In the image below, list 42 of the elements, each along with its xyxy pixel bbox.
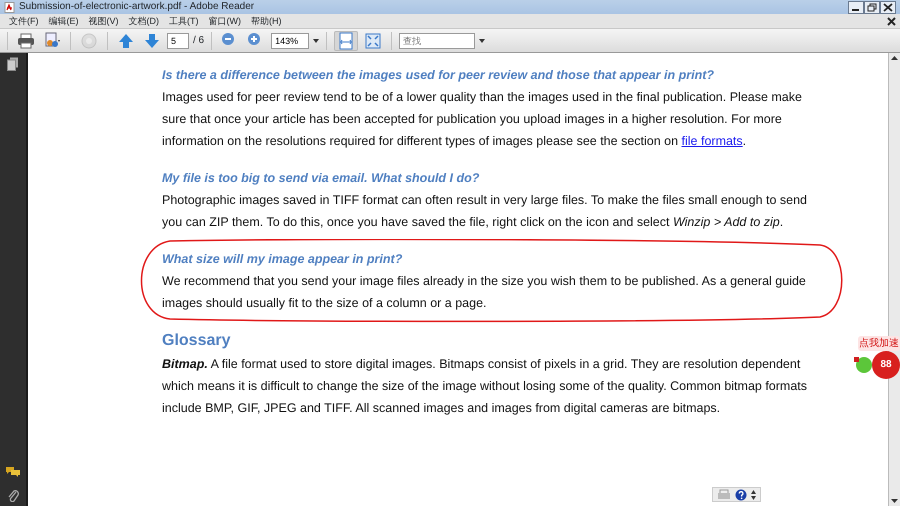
menu-item[interactable]: 工具(T) <box>164 14 204 28</box>
full-screen-icon <box>364 32 382 50</box>
menu-item[interactable]: 窗口(W) <box>204 14 246 28</box>
menu-arrows-icon[interactable] <box>751 490 756 500</box>
pages-icon[interactable] <box>7 57 19 71</box>
restore-icon[interactable] <box>864 0 880 14</box>
answer-paragraph: We recommend that you send your image files already in the size you wish them to be published. As a general guide images should usually fit to the size of a column or a page. <box>162 273 807 312</box>
fit-page-button[interactable] <box>334 30 358 50</box>
window-title: Submission-of-electronic-artwork.pdf - Adobe Reader <box>19 0 256 14</box>
down-arrow-icon <box>143 32 161 50</box>
page-total: / 6 <box>193 34 204 48</box>
speed-up-label[interactable]: 点我加速 <box>858 336 900 351</box>
menu-item[interactable]: 编辑(E) <box>44 14 84 28</box>
answer-paragraph: Photographic images saved in TIFF format can often result in very large files. To make the files small enough to send you can ZIP them. To do this, once you have saved the file, right click on the icon and select Winzip > Add to zip. <box>162 192 808 231</box>
menu-item[interactable]: 帮助(H) <box>246 14 286 28</box>
paperclip-icon[interactable] <box>7 488 19 502</box>
file-formats-link[interactable]: file formats <box>682 134 743 148</box>
question-heading: What size will my image appear in print? <box>162 251 404 268</box>
zoom-field[interactable]: 143% <box>271 32 310 48</box>
section-heading: Glossary <box>162 331 232 351</box>
minimize-icon[interactable] <box>848 0 864 14</box>
question-heading: Is there a difference between the images used for peer review and those that appear in print? <box>162 67 716 84</box>
up-arrow-icon <box>117 32 135 50</box>
search-field[interactable]: 查找 <box>399 32 476 48</box>
help-icon[interactable] <box>735 488 747 500</box>
printer-icon <box>17 32 35 50</box>
answer-paragraph: Images used for peer review tend to be of a lower quality than the images used in the final publication. Please make sure that once your article has been accepted for publication you upload images in a higher resolution. For more information on the resolutions required for different types of images please see the section on file formats. <box>162 89 803 150</box>
pdf-file-icon <box>4 2 15 12</box>
close-icon[interactable] <box>887 16 896 26</box>
document-people-icon <box>43 32 61 50</box>
comments-icon[interactable] <box>5 466 21 478</box>
fit-page-icon <box>337 32 356 50</box>
printer-button[interactable] <box>15 30 37 50</box>
caret-icon[interactable] <box>479 38 486 42</box>
caret-icon[interactable] <box>313 38 320 42</box>
glossary-entry: Bitmap. A file format used to store digital images. Bitmaps consist of pixels in a grid. They are resolution dependent which means it is difficult to change the size of the image without losing some of the quality. Common bitmap formats include BMP, GIF, JPEG and TIFF. All scanned images and images from digital cameras are bitmaps. <box>162 356 808 417</box>
page-number-field[interactable]: 5 <box>167 32 189 48</box>
menu-item[interactable]: 文档(D) <box>124 14 164 28</box>
close-icon[interactable] <box>880 0 896 14</box>
menu-item[interactable]: 视图(V) <box>84 14 124 28</box>
menu-item[interactable]: 文件(F) <box>4 14 44 28</box>
question-heading: My file is too big to send via email. What should I do? <box>162 170 480 187</box>
